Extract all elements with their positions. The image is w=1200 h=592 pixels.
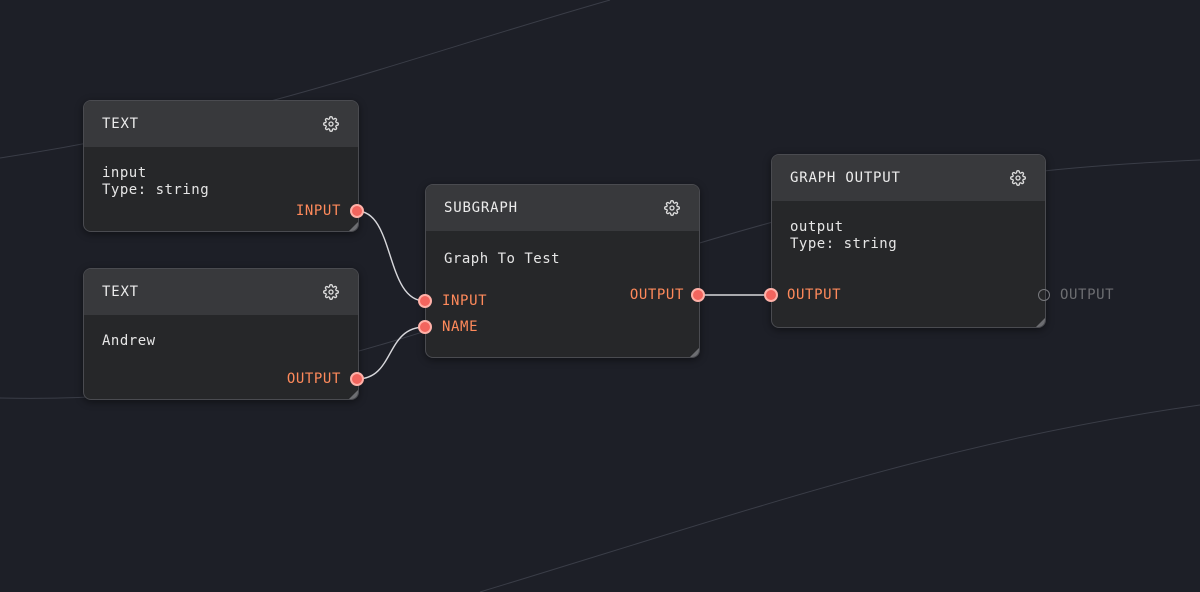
node-title: TEXT [102, 284, 139, 300]
graph-output-node[interactable]: GRAPH OUTPUT output Type: string OUTPUT [771, 154, 1046, 328]
resize-handle[interactable] [349, 390, 358, 399]
graph-output-external-port[interactable] [1038, 289, 1050, 301]
resize-handle[interactable] [690, 348, 699, 357]
text1-output-port[interactable] [350, 204, 364, 218]
text2-output-port[interactable] [350, 372, 364, 386]
text-node-andrew[interactable]: TEXT Andrew OUTPUT [83, 268, 359, 400]
subgraph-node[interactable]: SUBGRAPH Graph To Test INPUT NAME OUTPUT [425, 184, 700, 358]
background-curve [479, 404, 1200, 592]
node-header[interactable]: SUBGRAPH [426, 185, 699, 231]
wire-text1-to-subgraph-input[interactable] [356, 210, 426, 302]
node-title: GRAPH OUTPUT [790, 170, 901, 186]
node-title: TEXT [102, 116, 139, 132]
gear-icon[interactable] [663, 199, 681, 217]
node-header[interactable]: GRAPH OUTPUT [772, 155, 1045, 201]
value-text: Andrew [102, 333, 156, 349]
resize-handle[interactable] [349, 222, 358, 231]
node-header[interactable]: TEXT [84, 101, 358, 147]
text-node-input[interactable]: TEXT input Type: string INPUT [83, 100, 359, 232]
gear-icon[interactable] [322, 283, 340, 301]
gear-icon[interactable] [322, 115, 340, 133]
value-text: input [102, 165, 147, 181]
node-body: Andrew [84, 315, 358, 350]
resize-handle[interactable] [1036, 318, 1045, 327]
input-port-label-name: NAME [442, 319, 479, 335]
output-port-label: INPUT [295, 203, 341, 219]
subgraph-name: Graph To Test [444, 251, 561, 267]
graph-output-input-port[interactable] [764, 288, 778, 302]
node-title: SUBGRAPH [444, 200, 518, 216]
input-port-label-input: INPUT [442, 293, 488, 309]
node-body: Graph To Test [426, 231, 699, 268]
type-text: Type: string [102, 182, 210, 198]
output-port-label: OUTPUT [286, 371, 341, 387]
node-header[interactable]: TEXT [84, 269, 358, 315]
output-port-label: OUTPUT [629, 287, 684, 303]
node-body: input Type: string [84, 147, 358, 199]
subgraph-name-port[interactable] [418, 320, 432, 334]
type-text: Type: string [790, 236, 898, 252]
gear-icon[interactable] [1009, 169, 1027, 187]
input-port-label: OUTPUT [787, 287, 842, 303]
subgraph-output-port[interactable] [691, 288, 705, 302]
node-body: output Type: string [772, 201, 1045, 253]
value-text: output [790, 219, 844, 235]
subgraph-input-port[interactable] [418, 294, 432, 308]
graph-output-external-port-label: OUTPUT [1060, 287, 1115, 303]
